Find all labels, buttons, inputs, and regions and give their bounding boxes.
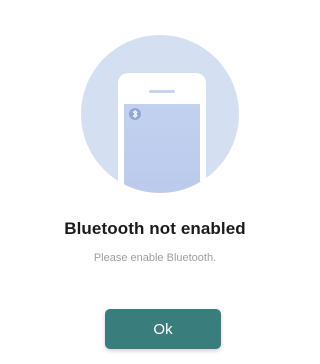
phone-bluetooth-illustration [81,35,239,193]
bluetooth-dialog: Bluetooth not enabled Please enable Blue… [0,0,310,364]
ok-button[interactable]: Ok [105,309,221,349]
dialog-message: Please enable Bluetooth. [93,252,217,264]
bluetooth-icon [129,108,141,120]
dialog-title: Bluetooth not enabled [64,219,246,238]
